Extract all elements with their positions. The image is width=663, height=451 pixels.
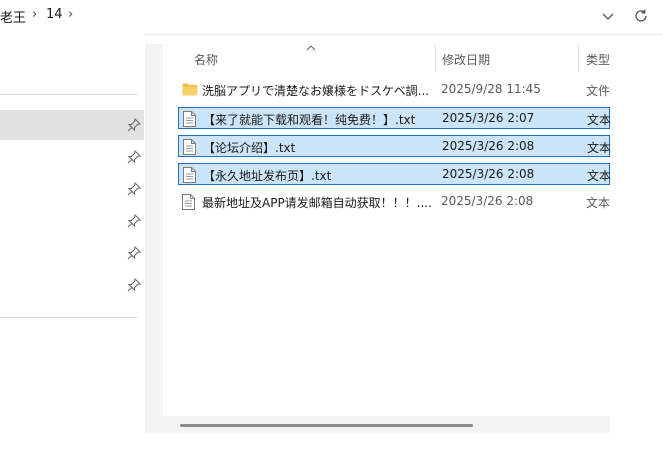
breadcrumb-separator-icon[interactable]: › xyxy=(68,7,73,22)
file-type: 文件 xyxy=(586,84,611,98)
refresh-icon[interactable] xyxy=(631,6,651,26)
file-name: 洗脳アプリで清楚なお嬢様をドスケベ調... xyxy=(202,84,430,98)
nav-divider xyxy=(0,317,137,318)
pin-icon[interactable] xyxy=(127,181,142,196)
text-file-icon xyxy=(183,167,196,186)
breadcrumb-item-14[interactable]: 14 xyxy=(46,7,63,22)
breadcrumb-separator-icon[interactable]: › xyxy=(32,7,37,22)
column-divider[interactable] xyxy=(578,44,579,72)
horizontal-scrollbar-thumb[interactable] xyxy=(180,424,473,427)
address-bar[interactable]: 老王 › 14 › xyxy=(0,0,663,35)
nav-selected-item[interactable] xyxy=(0,110,144,140)
pin-icon[interactable] xyxy=(127,213,142,228)
file-modified: 2025/3/26 2:08 xyxy=(442,167,535,181)
file-modified: 2025/3/26 2:08 xyxy=(441,194,534,208)
file-name: 【论坛介绍】.txt xyxy=(203,141,296,155)
file-name: 【来了就能下载和观看！纯免费！】.txt xyxy=(203,113,416,127)
text-file-icon xyxy=(183,139,196,158)
nav-divider xyxy=(0,94,137,95)
file-row[interactable]: 【论坛介绍】.txt 2025/3/26 2:08 文本 xyxy=(178,135,612,158)
file-name: 【永久地址发布页】.txt xyxy=(203,169,332,183)
breadcrumb-item-laowang[interactable]: 老王 xyxy=(0,7,26,26)
file-name: 最新地址及APP请发邮箱自动获取！！！.... xyxy=(202,196,432,210)
column-header-name[interactable]: 名称 xyxy=(194,51,218,68)
file-row[interactable]: 最新地址及APP请发邮箱自动获取！！！.... 2025/3/26 2:08 文… xyxy=(178,191,610,213)
file-modified: 2025/9/28 11:45 xyxy=(441,82,541,96)
file-row[interactable]: 【永久地址发布页】.txt 2025/3/26 2:08 文本 xyxy=(178,163,612,186)
text-file-icon xyxy=(182,194,195,213)
file-row[interactable]: 洗脳アプリで清楚なお嬢様をドスケベ調... 2025/9/28 11:45 文件 xyxy=(178,79,610,101)
file-type: 文本 xyxy=(587,141,612,155)
file-modified: 2025/3/26 2:08 xyxy=(442,139,535,153)
sort-ascending-icon xyxy=(306,40,316,54)
pin-icon[interactable] xyxy=(127,149,142,164)
file-modified: 2025/3/26 2:07 xyxy=(442,111,535,125)
navigation-pane xyxy=(0,34,145,451)
column-header-modified[interactable]: 修改日期 xyxy=(442,51,490,68)
file-type: 文本 xyxy=(587,113,612,127)
chevron-down-icon[interactable] xyxy=(598,6,618,26)
file-row[interactable]: 【来了就能下载和观看！纯免费！】.txt 2025/3/26 2:07 文本 xyxy=(178,107,612,130)
pin-icon[interactable] xyxy=(127,117,142,132)
file-type: 文本 xyxy=(587,169,612,183)
pin-icon[interactable] xyxy=(127,245,142,260)
pin-icon[interactable] xyxy=(127,277,142,292)
column-divider[interactable] xyxy=(435,44,436,72)
column-header-type[interactable]: 类型 xyxy=(586,51,610,68)
file-type: 文本 xyxy=(586,196,611,210)
text-file-icon xyxy=(183,111,196,130)
folder-icon xyxy=(182,82,198,99)
